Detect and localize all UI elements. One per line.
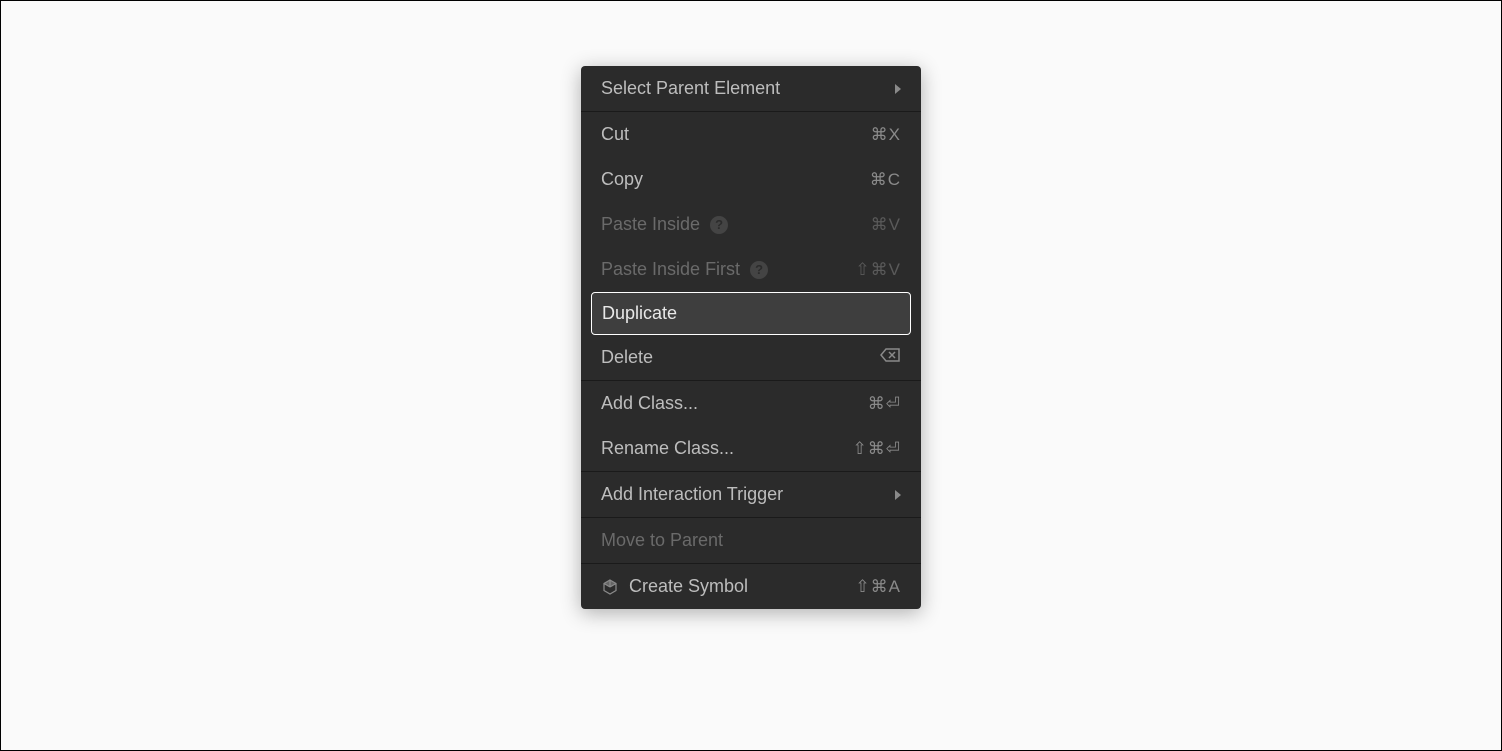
cube-icon bbox=[601, 578, 619, 596]
help-icon: ? bbox=[710, 216, 728, 234]
menu-item-paste-inside: Paste Inside ? ⌘V bbox=[581, 202, 921, 247]
menu-label: Add Class... bbox=[601, 393, 698, 414]
menu-item-select-parent[interactable]: Select Parent Element bbox=[581, 66, 921, 111]
menu-item-duplicate[interactable]: Duplicate bbox=[591, 292, 911, 335]
menu-item-copy[interactable]: Copy ⌘C bbox=[581, 157, 921, 202]
shortcut-label: ⌘C bbox=[870, 170, 901, 190]
menu-item-paste-inside-first: Paste Inside First ? ⇧⌘V bbox=[581, 247, 921, 292]
menu-label: Paste Inside bbox=[601, 214, 700, 235]
shortcut-label: ⇧⌘⏎ bbox=[853, 439, 902, 459]
shortcut-label: ⌘X bbox=[871, 125, 901, 145]
menu-item-delete[interactable]: Delete bbox=[581, 335, 921, 380]
menu-label: Select Parent Element bbox=[601, 78, 780, 99]
shortcut-label: ⌘V bbox=[871, 215, 901, 235]
menu-item-add-interaction-trigger[interactable]: Add Interaction Trigger bbox=[581, 472, 921, 517]
shortcut-label: ⇧⌘V bbox=[855, 260, 901, 280]
menu-label: Add Interaction Trigger bbox=[601, 484, 783, 505]
chevron-right-icon bbox=[895, 84, 901, 94]
menu-item-cut[interactable]: Cut ⌘X bbox=[581, 112, 921, 157]
menu-item-add-class[interactable]: Add Class... ⌘⏎ bbox=[581, 381, 921, 426]
menu-label: Duplicate bbox=[602, 303, 677, 324]
menu-label: Create Symbol bbox=[629, 576, 748, 597]
menu-item-move-to-parent: Move to Parent bbox=[581, 518, 921, 563]
menu-label: Copy bbox=[601, 169, 643, 190]
backspace-icon bbox=[879, 347, 901, 368]
menu-item-rename-class[interactable]: Rename Class... ⇧⌘⏎ bbox=[581, 426, 921, 471]
menu-label: Delete bbox=[601, 347, 653, 368]
menu-item-create-symbol[interactable]: Create Symbol ⇧⌘A bbox=[581, 564, 921, 609]
menu-label: Move to Parent bbox=[601, 530, 723, 551]
menu-label: Paste Inside First bbox=[601, 259, 740, 280]
menu-label: Rename Class... bbox=[601, 438, 734, 459]
menu-label: Cut bbox=[601, 124, 629, 145]
context-menu: Select Parent Element Cut ⌘X Copy ⌘C Pas… bbox=[581, 66, 921, 609]
shortcut-label: ⌘⏎ bbox=[868, 394, 901, 414]
shortcut-label: ⇧⌘A bbox=[855, 577, 901, 597]
help-icon: ? bbox=[750, 261, 768, 279]
chevron-right-icon bbox=[895, 490, 901, 500]
